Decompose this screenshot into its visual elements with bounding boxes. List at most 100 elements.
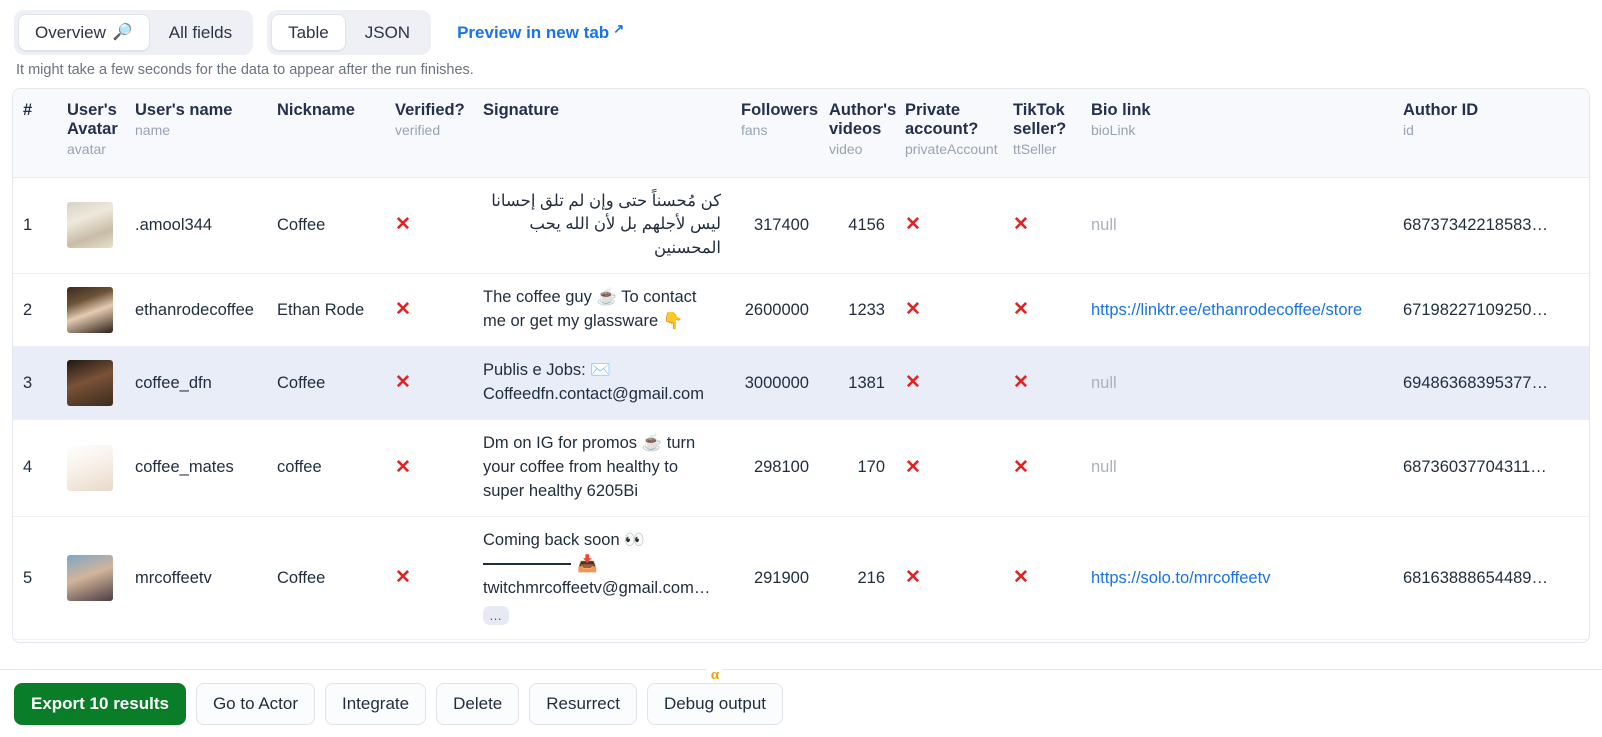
- cell-followers: 298100: [731, 419, 819, 517]
- delete-button[interactable]: Delete: [436, 682, 520, 725]
- table-row[interactable]: 1 .amool344 Coffee ✕ كن مُحسناً حتى وإن لم ت…: [13, 177, 1589, 275]
- cell-empty: [267, 639, 385, 642]
- cell-private-account: ✕: [895, 516, 1003, 641]
- row-index: 2: [13, 273, 57, 348]
- col-author-id[interactable]: Author ID id: [1393, 89, 1589, 178]
- cell-videos: 216: [819, 516, 895, 641]
- col-followers-sub: fans: [741, 122, 768, 138]
- col-followers-title: Followers: [741, 101, 819, 119]
- magnifier-icon: 🔎: [112, 23, 133, 41]
- col-username[interactable]: User's name name: [125, 89, 267, 178]
- cell-tiktok-seller: ✕: [1003, 346, 1081, 420]
- col-avatar[interactable]: User's Avatar avatar: [57, 89, 125, 178]
- cell-signature: كن مُحسناً حتى وإن لم تلق إحسانا ليس لأج…: [473, 177, 731, 275]
- col-tiktok-seller[interactable]: TikTok seller? ttSeller: [1003, 89, 1081, 178]
- cell-signature: Coming back soon 👀 📥 twitchmrcoffeetv@gmai…: [473, 516, 731, 641]
- cell-signature: Publis e Jobs: ✉️ Coffeedfn.contact@gmai…: [473, 346, 731, 420]
- col-username-title: User's name: [135, 101, 233, 119]
- debug-output-button[interactable]: Debug output: [646, 682, 784, 725]
- view-toolbar: Overview 🔎 All fields Table JSON Preview…: [0, 0, 1602, 56]
- cell-tiktok-seller: ✕: [1003, 177, 1081, 275]
- cell-empty: [1081, 639, 1393, 642]
- cell-nickname: Coffee: [267, 516, 385, 641]
- cell-author-id: 68737342218583…: [1393, 177, 1589, 275]
- cell-bio-link: https://linktr.ee/ethanrodecoffee/store: [1081, 273, 1393, 348]
- avatar[interactable]: [67, 360, 113, 407]
- col-verified[interactable]: Verified? verified: [385, 89, 473, 178]
- row-index: 5: [13, 516, 57, 641]
- avatar[interactable]: [67, 444, 113, 491]
- results-table-card: # User's Avatar avatar User's name name …: [12, 88, 1590, 643]
- cell-private-account: ✕: [895, 419, 1003, 517]
- cell-followers: 317400: [731, 177, 819, 275]
- col-author-id-title: Author ID: [1403, 101, 1479, 119]
- cell-username: mrcoffeetv: [125, 516, 267, 641]
- col-tiktok-seller-title: TikTok seller?: [1013, 101, 1067, 138]
- cell-empty: [819, 639, 895, 642]
- tab-all-fields-label: All fields: [168, 23, 233, 42]
- signature-line-2: 📥: [483, 553, 721, 577]
- col-signature[interactable]: Signature: [473, 89, 731, 178]
- cell-empty: [1003, 639, 1081, 642]
- cell-author-id: 68163888654489…: [1393, 516, 1589, 641]
- cross-icon: ✕: [905, 214, 921, 236]
- cross-icon: ✕: [1013, 372, 1029, 394]
- table-row[interactable]: 4 coffee_mates coffee ✕ Dm on IG for promos …: [13, 419, 1589, 517]
- view-mode-tabgroup: Overview 🔎 All fields: [14, 10, 254, 55]
- avatar[interactable]: [67, 555, 113, 602]
- integrate-button[interactable]: Integrate: [325, 682, 427, 725]
- avatar[interactable]: [67, 202, 113, 249]
- go-to-actor-button[interactable]: Go to Actor: [195, 682, 315, 725]
- cell-verified: ✕: [385, 516, 473, 641]
- preview-in-new-tab-link[interactable]: Preview in new tab ↗: [457, 21, 624, 43]
- cell-followers: 2600000: [731, 273, 819, 348]
- table-row[interactable]: 3 coffee_dfn Coffee ✕ Publis e Jobs: ✉️ Coff…: [13, 346, 1589, 420]
- cell-verified: ✕: [385, 419, 473, 517]
- cell-empty: [473, 639, 731, 642]
- col-index[interactable]: #: [13, 89, 57, 178]
- inbox-tray-icon: 📥: [577, 554, 598, 573]
- table-row[interactable]: 2 ethanrodecoffee Ethan Rode ✕ The coffee gu…: [13, 273, 1589, 348]
- col-bio-link-sub: bioLink: [1091, 122, 1136, 138]
- cross-icon: ✕: [1013, 567, 1029, 589]
- cell-verified: ✕: [385, 273, 473, 348]
- col-followers[interactable]: Followers fans: [731, 89, 819, 178]
- bio-link[interactable]: https://linktr.ee/ethanrodecoffee/store: [1091, 301, 1362, 319]
- export-results-button[interactable]: Export 10 results: [14, 682, 186, 725]
- col-bio-link[interactable]: Bio link bioLink: [1081, 89, 1393, 178]
- cross-icon: ✕: [905, 299, 921, 321]
- tab-overview[interactable]: Overview 🔎: [18, 14, 150, 51]
- col-videos[interactable]: Author's videos video: [819, 89, 896, 178]
- expand-signature-button[interactable]: …: [483, 606, 509, 626]
- tab-json[interactable]: JSON: [348, 14, 427, 51]
- cell-username: coffee_dfn: [125, 346, 267, 420]
- format-tabgroup: Table JSON: [267, 10, 432, 55]
- avatar-cell: [57, 177, 125, 275]
- cross-icon: ✕: [1013, 456, 1029, 478]
- table-row-partial[interactable]: [13, 639, 1589, 642]
- cell-signature: Dm on IG for promos ☕ turn your coffee f…: [473, 419, 731, 517]
- row-index: [13, 639, 57, 642]
- resurrect-button[interactable]: Resurrect: [529, 682, 637, 725]
- table-header: # User's Avatar avatar User's name name …: [13, 89, 1589, 178]
- cell-private-account: ✕: [895, 346, 1003, 420]
- cell-author-id: 69486368395377…: [1393, 346, 1589, 420]
- tab-all-fields[interactable]: All fields: [152, 14, 249, 51]
- tab-table-label: Table: [288, 23, 329, 42]
- col-nickname[interactable]: Nickname: [267, 89, 385, 178]
- signature-line-1: Coming back soon 👀: [483, 530, 645, 549]
- col-avatar-title: User's Avatar: [67, 101, 118, 138]
- avatar-cell: [57, 273, 125, 348]
- col-index-title: #: [23, 101, 33, 119]
- tab-table[interactable]: Table: [271, 14, 346, 51]
- signature-line-3: twitchmrcoffeetv@gmail.com…: [483, 578, 711, 597]
- avatar[interactable]: [67, 287, 113, 334]
- bio-link[interactable]: https://solo.to/mrcoffeetv: [1091, 569, 1270, 587]
- table-row[interactable]: 5 mrcoffeetv Coffee ✕ Coming back soon 👀 📥 twi…: [13, 516, 1589, 641]
- col-private-account[interactable]: Private account? privateAccount: [895, 89, 1003, 178]
- row-index: 3: [13, 346, 57, 420]
- cell-username: .amool344: [125, 177, 267, 275]
- cell-tiktok-seller: ✕: [1003, 273, 1081, 348]
- col-author-id-sub: id: [1403, 122, 1414, 138]
- cross-icon: ✕: [395, 456, 411, 478]
